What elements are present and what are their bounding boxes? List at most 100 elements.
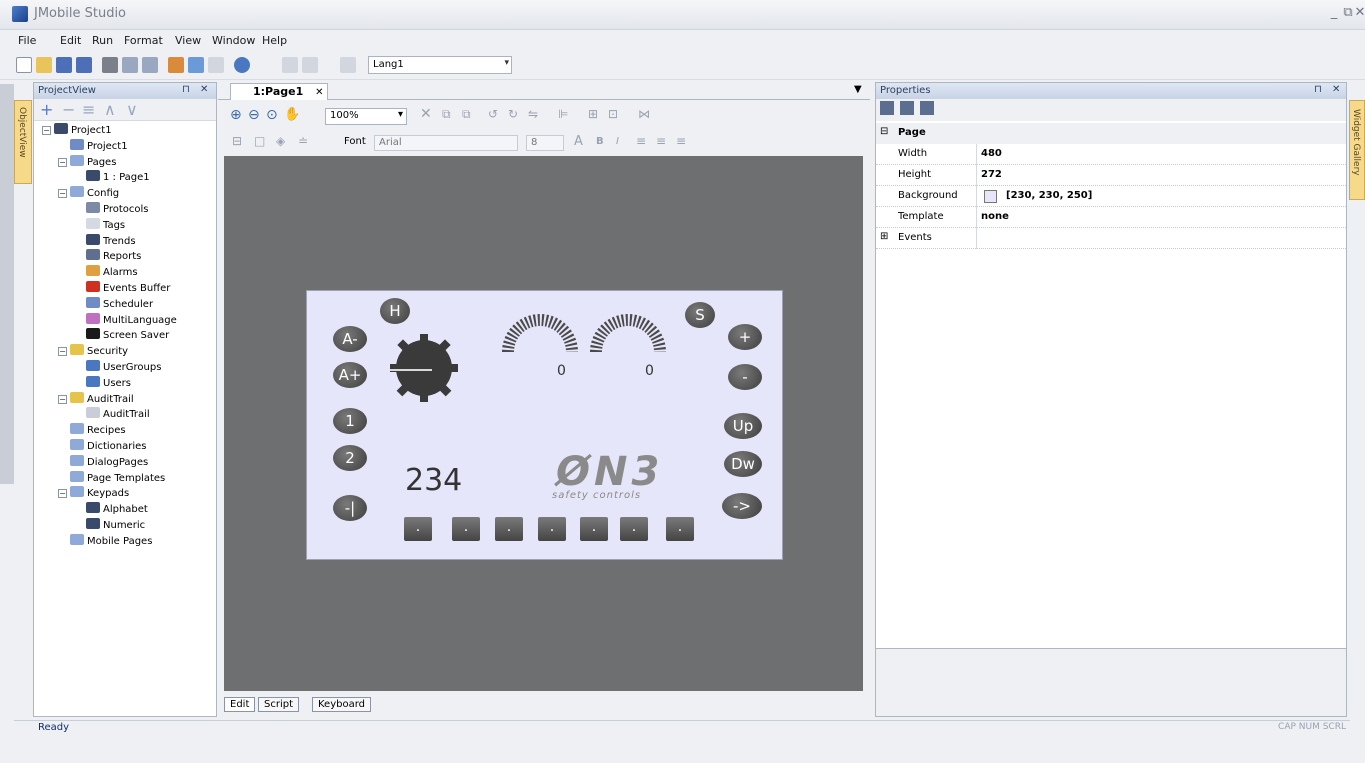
tree-item[interactable]: − Security xyxy=(58,344,128,360)
hmi-button-h[interactable]: H xyxy=(380,298,410,324)
menu-help[interactable]: Help xyxy=(262,34,287,47)
run-icon[interactable] xyxy=(188,57,204,73)
hmi-button-2[interactable]: 2 xyxy=(333,445,367,471)
hmi-button-end[interactable]: -| xyxy=(333,495,367,521)
menu-run[interactable]: Run xyxy=(92,34,113,47)
remove-icon[interactable]: − xyxy=(62,100,75,119)
hmi-button-a-plus[interactable]: A+ xyxy=(333,362,367,388)
tree-item[interactable]: − AuditTrail xyxy=(58,391,134,408)
menu-window[interactable]: Window xyxy=(212,34,255,47)
new-file-icon[interactable] xyxy=(16,57,32,73)
property-row-height[interactable]: Height 272 xyxy=(876,165,1346,186)
move-down-icon[interactable]: ∨ xyxy=(126,100,138,119)
help-icon[interactable] xyxy=(234,57,250,73)
font-color-icon[interactable]: A xyxy=(574,134,583,149)
property-row-template[interactable]: Template none xyxy=(876,207,1346,228)
close-button[interactable]: ✕ xyxy=(1352,4,1365,22)
font-size-select[interactable]: 8 xyxy=(526,135,564,151)
tree-item[interactable]: Tags xyxy=(74,217,125,234)
tree-item[interactable]: 1 : Page1 xyxy=(74,170,150,186)
tree-item[interactable]: Protocols xyxy=(74,202,149,218)
copy-icon[interactable] xyxy=(122,57,138,73)
tree-item[interactable]: − Project1 xyxy=(42,123,112,139)
tree-item[interactable]: Alphabet xyxy=(74,502,148,518)
hmi-button-a-minus[interactable]: A- xyxy=(333,326,367,352)
align-center-icon[interactable]: ≡ xyxy=(656,134,666,148)
save-all-icon[interactable] xyxy=(76,57,92,73)
color-swatch[interactable] xyxy=(984,190,997,203)
tree-item[interactable]: Recipes xyxy=(58,423,126,439)
hmi-button-next[interactable]: -> xyxy=(722,493,762,519)
tab-keyboard[interactable]: Keyboard xyxy=(312,697,372,712)
tab-script[interactable]: Script xyxy=(258,697,300,712)
hmi-button-s[interactable]: S xyxy=(685,302,715,328)
language-select[interactable]: Lang1 ▾ xyxy=(368,56,512,74)
properties-section-page[interactable]: ⊟ Page xyxy=(876,123,1346,144)
hmi-button-minus[interactable]: - xyxy=(728,364,762,390)
collapse-icon[interactable]: ⊟ xyxy=(880,126,888,137)
collapse-icon[interactable]: − xyxy=(58,189,67,199)
align-icon[interactable]: ⊫ xyxy=(558,107,568,121)
hmi-dot-button-1[interactable]: . xyxy=(404,517,432,541)
italic-icon[interactable]: I xyxy=(616,136,619,147)
hmi-dot-button-5[interactable]: . xyxy=(580,517,608,541)
stop-icon[interactable] xyxy=(208,57,224,73)
tab-list-icon[interactable]: ▼ xyxy=(854,84,862,95)
add-icon[interactable]: + xyxy=(40,100,53,119)
tree-item[interactable]: − Keypads xyxy=(58,486,129,502)
hmi-button-up[interactable]: Up xyxy=(724,413,762,439)
menu-format[interactable]: Format xyxy=(124,34,163,47)
pin-icon[interactable]: ⊓ xyxy=(182,84,190,95)
hmi-dot-button-7[interactable]: . xyxy=(666,517,694,541)
tree-item[interactable]: Mobile Pages xyxy=(58,533,152,550)
save-icon[interactable] xyxy=(56,57,72,73)
tab-edit[interactable]: Edit xyxy=(224,697,256,712)
zoom-fit-icon[interactable]: ⊙ xyxy=(266,107,278,123)
text-frame-icon[interactable]: ⊟ xyxy=(232,134,242,148)
tree-item[interactable]: Screen Saver xyxy=(74,328,169,344)
categorized-icon[interactable] xyxy=(880,101,894,115)
rotate-left-icon[interactable]: ↺ xyxy=(488,107,498,121)
property-pages-icon[interactable] xyxy=(920,101,934,115)
close-tab-icon[interactable]: ✕ xyxy=(315,87,323,98)
tree-item[interactable]: Page Templates xyxy=(58,470,165,487)
hmi-button-plus[interactable]: + xyxy=(728,324,762,350)
tree-item[interactable]: Dictionaries xyxy=(58,439,147,455)
menu-file[interactable]: File xyxy=(18,34,36,47)
font-select[interactable]: Arial xyxy=(374,135,518,151)
widget-gallery-side-tab[interactable]: Widget Gallery xyxy=(1349,100,1365,200)
property-row-width[interactable]: Width 480 xyxy=(876,144,1346,165)
hmi-button-1[interactable]: 1 xyxy=(333,408,367,434)
zoom-in-icon[interactable]: ⊕ xyxy=(230,107,242,123)
tree-item[interactable]: − Pages xyxy=(58,154,116,171)
collapse-icon[interactable]: − xyxy=(58,157,67,167)
move-up-icon[interactable]: ∧ xyxy=(104,100,116,119)
copy-widget-icon[interactable]: ⧉ xyxy=(442,107,451,122)
collapse-icon[interactable]: − xyxy=(42,126,51,135)
hmi-dot-button-3[interactable]: . xyxy=(495,517,523,541)
hmi-dot-button-6[interactable]: . xyxy=(620,517,648,541)
menu-view[interactable]: View xyxy=(175,34,201,47)
property-value[interactable]: none xyxy=(981,211,1009,222)
tree-item[interactable]: AuditTrail xyxy=(74,407,150,423)
zoom-select[interactable]: 100% ▾ xyxy=(325,108,407,125)
property-value[interactable]: 272 xyxy=(981,169,1002,180)
align-left-icon[interactable]: ≡ xyxy=(636,134,646,148)
property-row-events[interactable]: ⊞ Events xyxy=(876,228,1346,249)
fill-icon[interactable]: ◈ xyxy=(276,134,285,148)
tree-item[interactable]: Project1 xyxy=(58,138,128,155)
size-icon[interactable]: ⋈ xyxy=(638,107,650,121)
bold-icon[interactable]: B xyxy=(596,136,604,147)
redo-icon[interactable] xyxy=(302,57,318,73)
line-style-icon[interactable]: ≐ xyxy=(298,134,308,148)
flip-icon[interactable]: ⇋ xyxy=(528,107,538,121)
delete-icon[interactable]: ✕ xyxy=(420,106,432,122)
tree-item[interactable]: Users xyxy=(74,375,131,392)
open-folder-icon[interactable] xyxy=(36,57,52,73)
hmi-dot-button-4[interactable]: . xyxy=(538,517,566,541)
download-icon[interactable] xyxy=(168,57,184,73)
border-icon[interactable]: □ xyxy=(254,134,265,148)
pan-hand-icon[interactable]: ✋ xyxy=(284,107,300,122)
collapse-icon[interactable]: − xyxy=(58,489,67,499)
rotate-right-icon[interactable]: ↻ xyxy=(508,107,518,121)
